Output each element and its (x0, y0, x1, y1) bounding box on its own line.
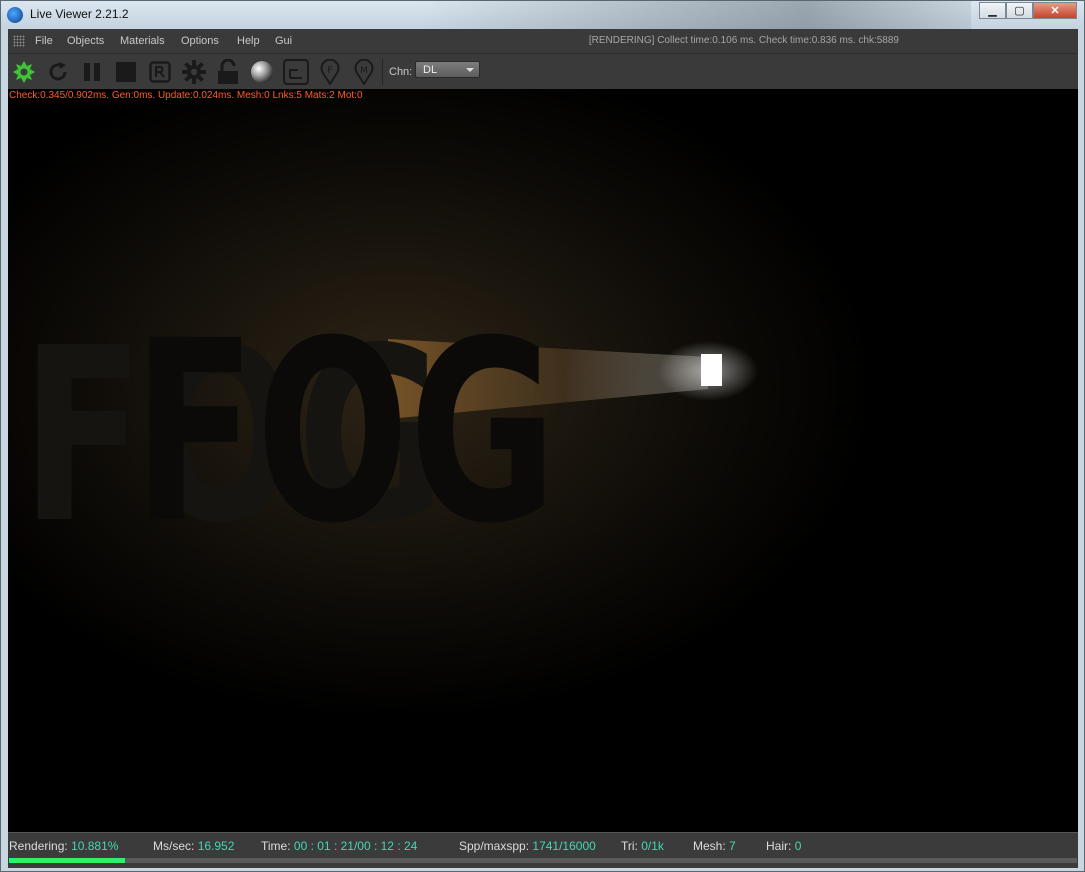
menu-file[interactable]: File (35, 35, 53, 47)
status-hair: Hair: 0 (766, 839, 802, 853)
menu-materials[interactable]: Materials (120, 35, 165, 47)
menu-objects[interactable]: Objects (67, 35, 104, 47)
svg-text:FOG: FOG (133, 288, 557, 578)
minimize-button[interactable]: ▁ (979, 2, 1006, 19)
status-mesh: Mesh: 7 (693, 839, 736, 853)
render-status-text: [RENDERING] Collect time:0.106 ms. Check… (588, 35, 899, 46)
menu-gui[interactable]: Gui (275, 35, 292, 47)
status-tri: Tri: 0/1k (621, 839, 664, 853)
grip-icon[interactable] (13, 35, 25, 47)
live-viewer-window: Live Viewer 2.21.2 ▁ ▢ ✕ File Objects Ma… (0, 0, 1085, 872)
menu-help[interactable]: Help (237, 35, 260, 47)
render-image: FOG FOG (8, 89, 1078, 832)
render-progress-fill (9, 858, 125, 863)
window-title: Live Viewer 2.21.2 (30, 7, 129, 21)
app-icon (7, 7, 23, 23)
window-controls: ▁ ▢ ✕ (979, 2, 1077, 20)
chevron-down-icon (466, 68, 474, 72)
material-ball-icon[interactable] (249, 59, 275, 85)
render-viewport[interactable]: Check:0.345/0.902ms. Gen:0ms. Update:0.0… (8, 89, 1078, 832)
viewer-body: File Objects Materials Options Help Gui … (8, 29, 1078, 868)
pause-icon[interactable] (79, 59, 105, 85)
render-stats: Check:0.345/0.902ms. Gen:0ms. Update:0.0… (9, 90, 363, 101)
stop-icon[interactable] (113, 59, 139, 85)
svg-text:F: F (327, 66, 332, 76)
title-bar[interactable]: Live Viewer 2.21.2 ▁ ▢ ✕ (1, 1, 1084, 29)
channel-label: Chn: (389, 66, 413, 78)
close-button[interactable]: ✕ (1033, 2, 1077, 19)
menu-bar: File Objects Materials Options Help Gui … (8, 29, 1078, 53)
channel-select[interactable]: DL (415, 61, 480, 78)
octane-logo-icon[interactable] (11, 59, 37, 85)
channel-value: DL (423, 64, 438, 76)
focus-pin-icon[interactable]: F (317, 59, 343, 85)
region-select-icon[interactable] (283, 59, 309, 85)
status-time: Time: 00 : 01 : 21/00 : 12 : 24 (261, 839, 418, 853)
maximize-button[interactable]: ▢ (1006, 2, 1033, 19)
render-progress-bar (9, 858, 1077, 863)
status-mssec: Ms/sec: 16.952 (153, 839, 235, 853)
status-spp: Spp/maxspp: 1741/16000 (459, 839, 596, 853)
settings-gear-icon[interactable] (181, 59, 207, 85)
toolbar: F M Chn: DL (8, 53, 1078, 90)
menu-options[interactable]: Options (181, 35, 219, 47)
refresh-icon[interactable] (45, 59, 71, 85)
status-bar: Rendering: 10.881% Ms/sec: 16.952 Time: … (8, 832, 1078, 868)
material-pin-icon[interactable]: M (351, 59, 377, 85)
status-rendering: Rendering: 10.881% (9, 839, 119, 853)
toolbar-separator (382, 59, 383, 85)
lock-icon[interactable] (215, 59, 241, 85)
render-region-icon[interactable] (147, 59, 173, 85)
background-desktop (421, 1, 971, 29)
svg-text:M: M (360, 66, 368, 76)
